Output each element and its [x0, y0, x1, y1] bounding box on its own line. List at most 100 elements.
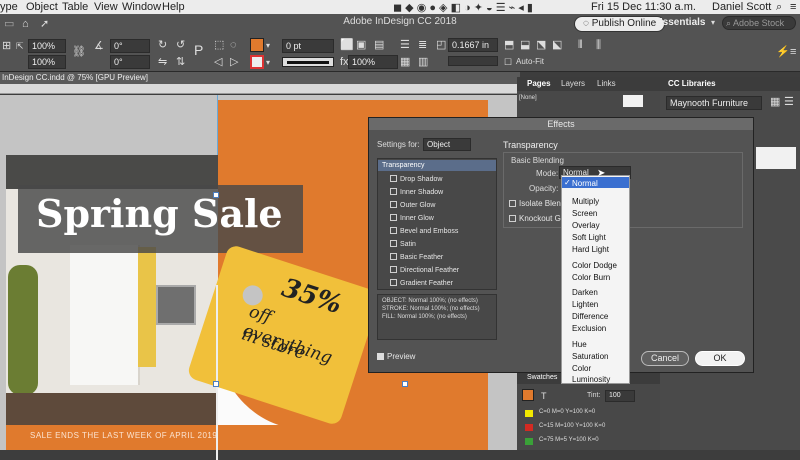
checkbox[interactable] [509, 215, 516, 222]
library-asset[interactable] [756, 147, 796, 169]
opacity-field[interactable]: 100% [348, 55, 398, 69]
corner-size-field[interactable]: 0.1667 in [448, 38, 498, 52]
tab-layers[interactable]: Layers [561, 77, 585, 90]
list-item-gradient-feather[interactable]: Gradient Feather [390, 279, 453, 288]
tint-field[interactable]: 100 [605, 390, 635, 402]
page-thumbnail[interactable] [623, 95, 643, 107]
checkbox[interactable] [509, 200, 516, 207]
flip-vertical-icon[interactable]: ⇅ [176, 56, 185, 68]
rotate-cw-icon[interactable]: ↻ [158, 39, 167, 51]
mode-option[interactable]: Normal [572, 179, 598, 188]
chevron-down-icon[interactable]: ▾ [711, 17, 715, 29]
align-objects-icon[interactable]: ⫼ [596, 39, 601, 51]
list-item-bevel-emboss[interactable]: Bevel and Emboss [390, 227, 458, 236]
checkbox[interactable] [390, 240, 397, 247]
mode-option[interactable]: Lighten [572, 300, 598, 309]
home-icon[interactable]: ⌂ [22, 18, 29, 30]
footer-text[interactable]: SALE ENDS THE LAST WEEK OF APRIL 2019 [30, 431, 217, 440]
tab-swatches[interactable]: Swatches [527, 372, 557, 384]
menu-view[interactable]: View [94, 1, 118, 13]
isolate-blending[interactable]: Isolate Blend [509, 199, 565, 208]
text-format-icon[interactable]: T [541, 390, 547, 402]
mode-option[interactable]: Color Dodge [572, 261, 617, 270]
checkbox-checked[interactable] [377, 353, 384, 360]
list-item-basic-feather[interactable]: Basic Feather [390, 253, 443, 262]
mode-option[interactable]: Hue [572, 340, 587, 349]
headline-panel[interactable]: Spring Sale [18, 185, 303, 253]
list-item-drop-shadow[interactable]: Drop Shadow [390, 175, 442, 184]
tab-pages[interactable]: Pages [527, 77, 551, 90]
select-container-icon[interactable]: ⬚ [214, 39, 224, 51]
headline-text[interactable]: Spring Sale [36, 191, 283, 236]
user-name[interactable]: Daniel Scott [712, 1, 771, 13]
ok-button[interactable]: OK [695, 351, 745, 366]
panel-menu-icon[interactable]: ≡ [790, 46, 796, 58]
list-item-satin[interactable]: Satin [390, 240, 416, 249]
mode-option[interactable]: Multiply [572, 197, 599, 206]
align-center-icon[interactable]: ≣ [418, 39, 427, 51]
scale-x-field[interactable]: 100% [28, 39, 66, 53]
mode-option[interactable]: Screen [572, 209, 597, 218]
list-item-inner-glow[interactable]: Inner Glow [390, 214, 434, 223]
wrap-object-icon[interactable]: ▦ [400, 56, 410, 68]
tab-links[interactable]: Links [597, 77, 616, 90]
wrap-jump-icon[interactable]: ▥ [418, 56, 428, 68]
mode-option[interactable]: Difference [572, 312, 608, 321]
list-item-directional-feather[interactable]: Directional Feather [390, 266, 459, 275]
menu-help[interactable]: Help [162, 1, 185, 13]
corner-shape-selector[interactable] [448, 56, 498, 66]
select-content-icon[interactable]: ◌ [230, 39, 237, 51]
menu-object[interactable]: Object [26, 1, 58, 13]
checkbox[interactable] [390, 214, 397, 221]
drop-shadow-icon[interactable]: ▤ [374, 39, 384, 51]
mode-option[interactable]: Hard Light [572, 245, 609, 254]
grid-view-icon[interactable]: ▦ [770, 96, 780, 108]
menu-table[interactable]: Table [62, 1, 88, 13]
stroke-type-selector[interactable] [282, 57, 334, 67]
cancel-button[interactable]: Cancel [641, 351, 689, 366]
center-content-icon[interactable]: ⬔ [536, 39, 546, 51]
list-view-icon[interactable]: ☰ [784, 96, 794, 108]
lightning-icon[interactable]: ⚡ [776, 46, 790, 58]
shear-field[interactable]: 0° [110, 55, 150, 69]
list-item-outer-glow[interactable]: Outer Glow [390, 201, 435, 210]
checkbox[interactable] [390, 175, 397, 182]
checkbox[interactable] [390, 227, 397, 234]
align-left-icon[interactable]: ☰ [400, 39, 410, 51]
rotate-ccw-icon[interactable]: ↺ [176, 39, 185, 51]
mode-option[interactable]: Luminosity [572, 375, 610, 384]
share-icon[interactable]: ➚ [40, 18, 49, 30]
preview-checkbox[interactable]: Preview [377, 352, 415, 361]
settings-for-select[interactable]: Object [423, 138, 471, 151]
checkbox[interactable] [390, 253, 397, 260]
checkbox[interactable] [390, 279, 397, 286]
checkbox[interactable] [390, 188, 397, 195]
library-select[interactable]: Maynooth Furniture [666, 96, 762, 110]
stroke-weight-field[interactable]: 0 pt [282, 39, 334, 53]
swatch-item[interactable]: C=0 M=0 Y=100 K=0 [539, 409, 595, 415]
mode-option[interactable]: Soft Light [572, 233, 606, 242]
fill-swatch[interactable] [522, 389, 534, 401]
fill-swatch[interactable] [250, 38, 264, 52]
mode-option[interactable]: Saturation [572, 352, 608, 361]
swatch-item[interactable]: C=15 M=100 Y=100 K=0 [539, 423, 605, 429]
stroke-swatch[interactable] [250, 55, 264, 69]
menu-type[interactable]: ype [0, 1, 18, 13]
mode-option[interactable]: Darken [572, 288, 598, 297]
mode-option[interactable]: Overlay [572, 221, 600, 230]
reference-point-icon[interactable]: ⊞ [2, 40, 11, 52]
workspace-switcher[interactable]: Essentials [656, 17, 705, 28]
mode-option[interactable]: Exclusion [572, 324, 606, 333]
list-item-transparency[interactable]: Transparency [382, 161, 425, 170]
fill-menu-icon[interactable]: ▾ [266, 40, 270, 52]
flip-horizontal-icon[interactable]: ⇋ [158, 56, 167, 68]
tab-cc-libraries[interactable]: CC Libraries [668, 77, 716, 90]
wrap-box-icon[interactable]: ▣ [356, 39, 366, 51]
document-tab[interactable]: InDesign CC.indd @ 75% [GPU Preview] [0, 72, 520, 84]
selection-handle[interactable] [402, 381, 408, 387]
checkbox[interactable] [390, 201, 397, 208]
selection-tool-icon[interactable]: ▭ [4, 18, 14, 30]
list-item-inner-shadow[interactable]: Inner Shadow [390, 188, 443, 197]
adobe-stock-search[interactable]: ⌕ Adobe Stock [722, 16, 796, 30]
mode-option[interactable]: Color Burn [572, 273, 610, 282]
